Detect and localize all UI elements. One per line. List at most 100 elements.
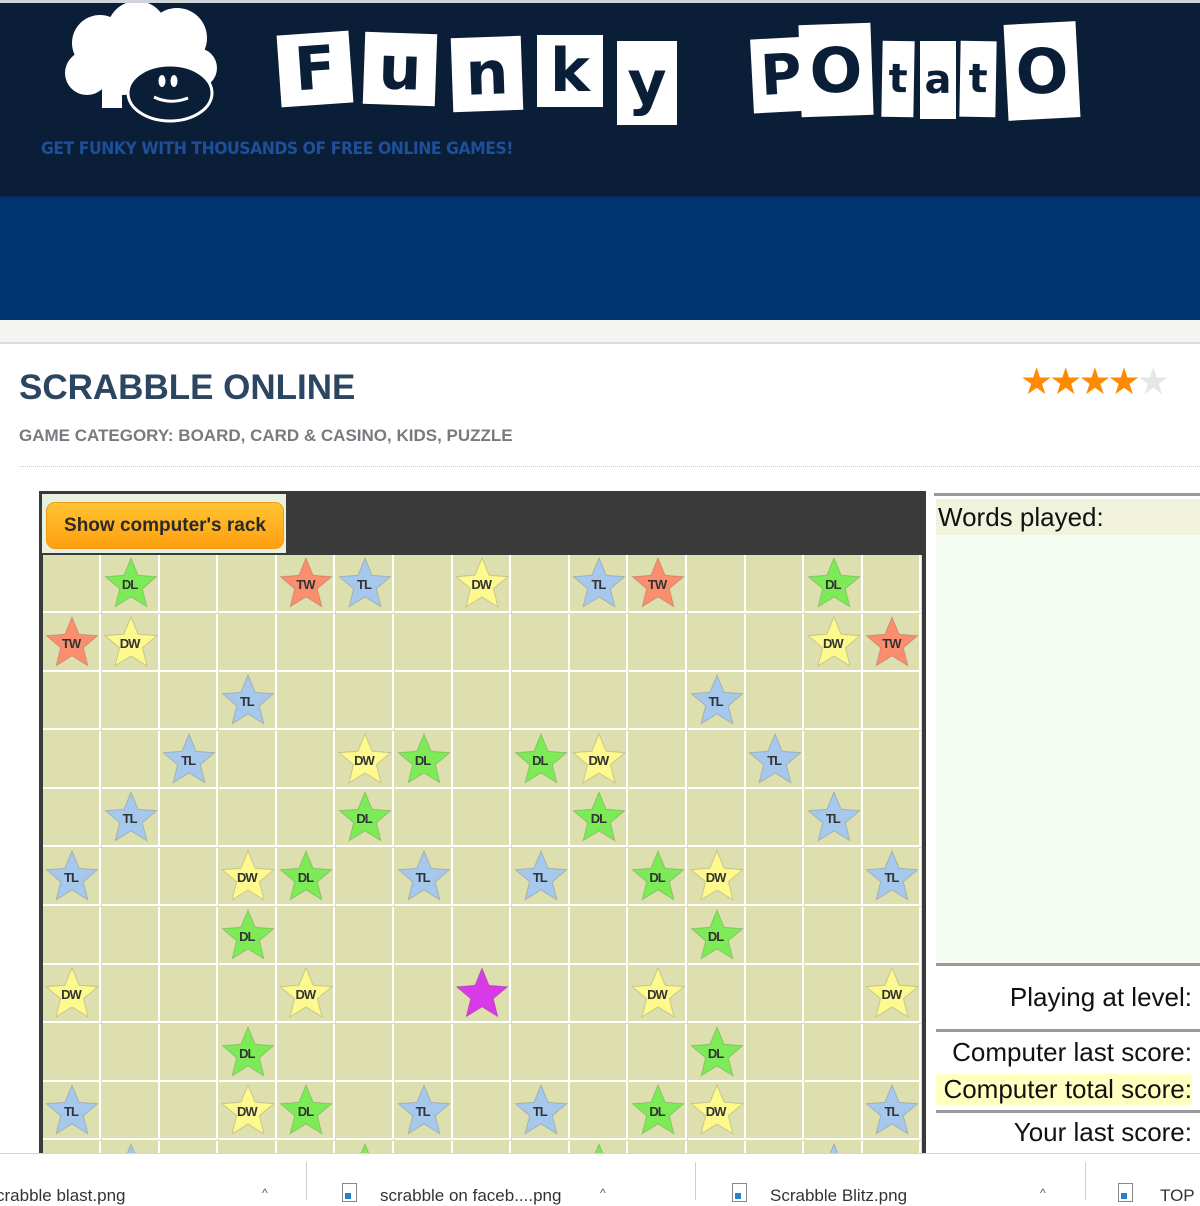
- board-cell[interactable]: [336, 613, 394, 672]
- board-cell[interactable]: [453, 789, 512, 848]
- board-cell[interactable]: [453, 730, 512, 789]
- board-cell[interactable]: [687, 555, 746, 613]
- board-cell[interactable]: [453, 613, 512, 672]
- premium-square-dw[interactable]: DW: [629, 965, 687, 1023]
- board-cell[interactable]: [336, 965, 394, 1024]
- board-cell[interactable]: [863, 672, 922, 731]
- board-cell[interactable]: [863, 730, 922, 789]
- board-cell[interactable]: [804, 848, 863, 906]
- board-cell[interactable]: [863, 555, 922, 613]
- download-item[interactable]: Scrabble Blitz.png: [770, 1186, 907, 1206]
- board-cell[interactable]: [453, 1082, 512, 1141]
- premium-square-dl[interactable]: DL: [805, 555, 863, 613]
- board-cell[interactable]: [43, 555, 101, 613]
- premium-square-tw[interactable]: TW: [629, 555, 687, 613]
- premium-square-dw[interactable]: DW: [219, 1082, 277, 1140]
- board-cell[interactable]: [746, 848, 805, 906]
- star-empty-icon[interactable]: ★: [1137, 363, 1170, 400]
- premium-square-dl[interactable]: DL: [336, 789, 394, 847]
- board-cell[interactable]: [570, 906, 629, 965]
- download-menu-caret-icon[interactable]: ^: [1040, 1186, 1046, 1200]
- premium-square-dl[interactable]: DL: [219, 907, 277, 965]
- board-cell[interactable]: [394, 965, 453, 1024]
- premium-square-dw[interactable]: DW: [688, 848, 746, 906]
- premium-square-tl[interactable]: TL: [805, 789, 863, 847]
- board-cell[interactable]: [160, 555, 219, 613]
- board-cell[interactable]: [394, 906, 453, 965]
- premium-square-dl[interactable]: DL: [395, 731, 453, 789]
- premium-square-dl[interactable]: DL: [688, 1024, 746, 1082]
- download-item[interactable]: TOP: [1160, 1186, 1195, 1206]
- board-cell[interactable]: [804, 1082, 863, 1141]
- board-cell[interactable]: [746, 1023, 805, 1082]
- board-cell[interactable]: [336, 1023, 394, 1082]
- board-cell[interactable]: [687, 730, 746, 789]
- board-cell[interactable]: [277, 730, 336, 789]
- board-cell[interactable]: [394, 1023, 453, 1082]
- premium-square-tw[interactable]: TW: [277, 555, 335, 613]
- download-item[interactable]: crabble blast.png: [0, 1186, 125, 1206]
- board-cell[interactable]: [218, 555, 277, 613]
- premium-square-tl[interactable]: TL: [512, 1082, 570, 1140]
- board-cell[interactable]: [160, 789, 219, 848]
- premium-square-dl[interactable]: DL: [629, 848, 687, 906]
- download-menu-caret-icon[interactable]: ^: [262, 1186, 268, 1200]
- premium-square-dl[interactable]: DL: [219, 1024, 277, 1082]
- board-cell[interactable]: [746, 965, 805, 1024]
- board-cell[interactable]: [570, 613, 629, 672]
- premium-square-dw[interactable]: DW: [688, 1082, 746, 1140]
- board-cell[interactable]: [746, 1082, 805, 1141]
- board-cell[interactable]: [687, 965, 746, 1024]
- board-cell[interactable]: [863, 1023, 922, 1082]
- premium-square-tl[interactable]: TL: [102, 789, 160, 847]
- board-cell[interactable]: [394, 789, 453, 848]
- board-cell[interactable]: [394, 672, 453, 731]
- premium-square-tl[interactable]: TL: [512, 848, 570, 906]
- board-cell[interactable]: [101, 1082, 160, 1141]
- board-cell[interactable]: [453, 906, 512, 965]
- premium-square-dl[interactable]: DL: [102, 555, 160, 613]
- board-cell[interactable]: [746, 789, 805, 848]
- premium-square-dw[interactable]: DW: [570, 731, 628, 789]
- premium-square-tw[interactable]: TW: [863, 614, 921, 672]
- board-cell[interactable]: [863, 789, 922, 848]
- premium-square-tl[interactable]: TL: [336, 555, 394, 613]
- board-cell[interactable]: [804, 965, 863, 1024]
- premium-square-tl[interactable]: TL: [570, 555, 628, 613]
- premium-square-tl[interactable]: TL: [395, 1082, 453, 1140]
- board-cell[interactable]: [160, 1023, 219, 1082]
- board-cell[interactable]: [629, 672, 687, 731]
- premium-square-dw[interactable]: DW: [219, 848, 277, 906]
- premium-square-dl[interactable]: DL: [629, 1082, 687, 1140]
- board-cell[interactable]: [43, 906, 101, 965]
- board-cell[interactable]: [43, 672, 101, 731]
- board-cell[interactable]: [277, 613, 336, 672]
- nav-link-driving[interactable]: DRIVING: [1043, 414, 1137, 441]
- nav-link-board-card-casino[interactable]: BOARD, CARD & CASINO: [721, 414, 991, 441]
- download-item[interactable]: scrabble on faceb....png: [380, 1186, 561, 1206]
- board-cell[interactable]: [511, 555, 570, 613]
- board-cell[interactable]: [570, 1023, 629, 1082]
- board-cell[interactable]: [629, 613, 687, 672]
- board-cell[interactable]: [511, 613, 570, 672]
- board-cell[interactable]: [394, 613, 453, 672]
- premium-square-tl[interactable]: TL: [688, 672, 746, 730]
- premium-square-tl[interactable]: TL: [43, 848, 101, 906]
- premium-square-tl[interactable]: TL: [395, 848, 453, 906]
- funky-potato-logo-icon[interactable]: [62, 3, 222, 128]
- board-cell[interactable]: [511, 1023, 570, 1082]
- board-cell[interactable]: [160, 672, 219, 731]
- board-cell[interactable]: [101, 848, 160, 906]
- board-cell[interactable]: [570, 848, 629, 906]
- board-cell[interactable]: [746, 555, 805, 613]
- board-cell[interactable]: [453, 848, 512, 906]
- board-cell[interactable]: [863, 906, 922, 965]
- board-cell[interactable]: [336, 1082, 394, 1141]
- board-cell[interactable]: [804, 1023, 863, 1082]
- premium-square-dw[interactable]: DW: [805, 614, 863, 672]
- premium-square-dl[interactable]: DL: [277, 848, 335, 906]
- premium-square-dw[interactable]: DW: [863, 965, 921, 1023]
- premium-square-tl[interactable]: TL: [219, 672, 277, 730]
- premium-square-dw[interactable]: DW: [336, 731, 394, 789]
- premium-square-tw[interactable]: TW: [43, 614, 101, 672]
